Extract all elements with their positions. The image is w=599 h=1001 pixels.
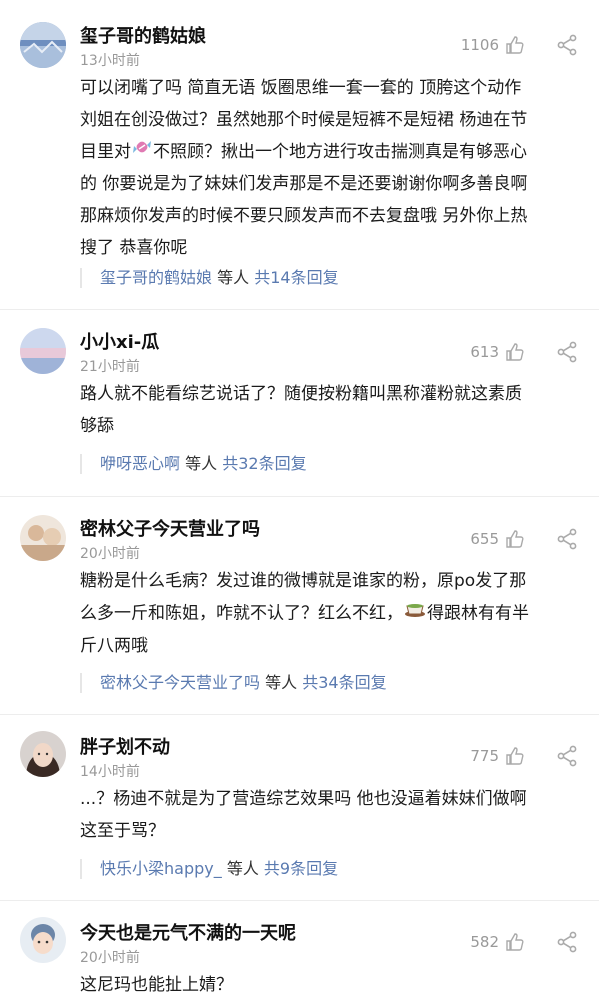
thumbs-up-icon [506,343,524,361]
share-icon[interactable] [555,744,579,768]
comment-line: 糖粉是什么毛病？发过谁的微博就是谁家的粉，原po发了那 [80,571,527,591]
comment-time: 14小时前 [80,764,140,780]
reply-count[interactable]: 共9条回复 [264,859,338,878]
comment-time: 20小时前 [80,950,140,966]
replies-link[interactable]: 快乐小梁happy_ 等人 共9条回复 [80,859,585,879]
thumbs-up-icon [506,747,524,765]
comment-line: 可以闭嘴了吗 简直无语 饭圈思维一套一套的 顶胯这个动作 [80,78,522,98]
like-count: 655 [470,530,499,548]
comment-author[interactable]: 胖子划不动 [80,733,170,759]
comment-body: ...？杨迪不就是为了营造综艺效果吗 他也没逼着妹妹们做啊 这至于骂？ [80,783,585,847]
share-icon[interactable] [555,527,579,551]
comment-time: 21小时前 [80,359,140,375]
avatar[interactable] [20,515,66,561]
comment-author[interactable]: 今天也是元气不满的一天呢 [80,919,296,945]
comment-line: 路人就不能看综艺说话了？随便按粉籍叫黑称灌粉就这素质 [80,384,522,404]
reply-text: 等人 [180,454,223,473]
reply-user[interactable]: 快乐小梁happy_ [100,859,222,878]
like-button[interactable]: 582 [470,932,525,952]
comment-item: 玺子哥的鹤姑娘 13小时前 1106 可以闭嘴了吗 简直无语 饭圈思维一套一套的… [0,0,599,310]
comment-line: 那麻烦你发声的时候不要只顾发声而不去复盘哦 另外你上热 [80,206,528,226]
comment-line: 的 你要说是为了妹妹们发声那是不是还要谢谢你啊多善良啊 [80,174,528,194]
comment-body: 糖粉是什么毛病？发过谁的微博就是谁家的粉，原po发了那 么多一斤和陈姐，咋就不认… [80,565,585,662]
thumbs-up-icon [506,530,524,548]
replies-link[interactable]: 密林父子今天营业了吗 等人 共34条回复 [80,673,585,693]
comment-body: 路人就不能看综艺说话了？随便按粉籍叫黑称灌粉就这素质 够舔 [80,378,585,442]
comment-line: 这至于骂？ [80,821,165,841]
reply-user[interactable]: 密林父子今天营业了吗 [100,673,260,692]
reply-text: 等人 [221,859,264,878]
like-button[interactable]: 1106 [461,35,525,55]
comment-line: 这尼玛也能扯上婧？ [80,975,233,995]
comment-line: 目里对 不照顾？揪出一个地方进行攻击揣测真是有够恶心 [80,136,585,168]
avatar[interactable] [20,22,66,68]
like-button[interactable]: 775 [470,746,525,766]
comment-line: 斤八两哦 [80,636,148,656]
reply-count[interactable]: 共14条回复 [254,268,338,287]
thumbs-up-icon [506,933,524,951]
comment-item: 胖子划不动 14小时前 775 ...？杨迪不就是为了营造综艺效果吗 他也没逼着… [0,715,599,901]
comment-time: 20小时前 [80,546,140,562]
reply-text: 等人 [260,673,303,692]
comment-body: 这尼玛也能扯上婧？ [80,969,585,1001]
reply-user[interactable]: 咿呀恶心啊 [100,454,180,473]
like-count: 1106 [460,36,499,54]
comment-item: 今天也是元气不满的一天呢 20小时前 582 这尼玛也能扯上婧？ [0,901,599,1000]
comment-body: 可以闭嘴了吗 简直无语 饭圈思维一套一套的 顶胯这个动作 刘姐在创没做过？虽然她… [80,72,585,264]
like-count: 613 [470,343,499,361]
reply-count[interactable]: 共32条回复 [222,454,306,473]
comment-time: 13小时前 [80,53,140,69]
comment-line: 刘姐在创没做过？虽然她那个时候是短裤不是短裙 杨迪在节 [80,110,528,130]
comment-line: 够舔 [80,416,114,436]
comment-author[interactable]: 小小xi-瓜 [80,328,159,354]
candy-emoji-icon [131,136,153,168]
comment-line: 么多一斤和陈姐，咋就不认了？红么不红， 得跟林有有半 [80,597,585,630]
reply-user[interactable]: 玺子哥的鹤姑娘 [100,268,212,287]
share-icon[interactable] [555,340,579,364]
like-button[interactable]: 655 [470,529,525,549]
comment-line: ...？杨迪不就是为了营造综艺效果吗 他也没逼着妹妹们做啊 [80,789,527,809]
tea-emoji-icon [403,597,427,630]
comment-line: 搜了 恭喜你呢 [80,238,188,258]
comment-author[interactable]: 玺子哥的鹤姑娘 [80,22,206,48]
comment-author[interactable]: 密林父子今天营业了吗 [80,515,260,541]
reply-text: 等人 [212,268,255,287]
like-button[interactable]: 613 [470,342,525,362]
comment-item: 小小xi-瓜 21小时前 613 路人就不能看综艺说话了？随便按粉籍叫黑称灌粉就… [0,310,599,496]
thumbs-up-icon [506,36,524,54]
replies-link[interactable]: 玺子哥的鹤姑娘 等人 共14条回复 [80,268,585,288]
avatar[interactable] [20,731,66,777]
comment-item: 密林父子今天营业了吗 20小时前 655 糖粉是什么毛病？发过谁的微博就是谁家的… [0,497,599,715]
share-icon[interactable] [555,930,579,954]
share-icon[interactable] [555,33,579,57]
like-count: 775 [470,747,499,765]
avatar[interactable] [20,328,66,374]
avatar[interactable] [20,917,66,963]
replies-link[interactable]: 咿呀恶心啊 等人 共32条回复 [80,454,585,474]
like-count: 582 [470,933,499,951]
reply-count[interactable]: 共34条回复 [302,673,386,692]
